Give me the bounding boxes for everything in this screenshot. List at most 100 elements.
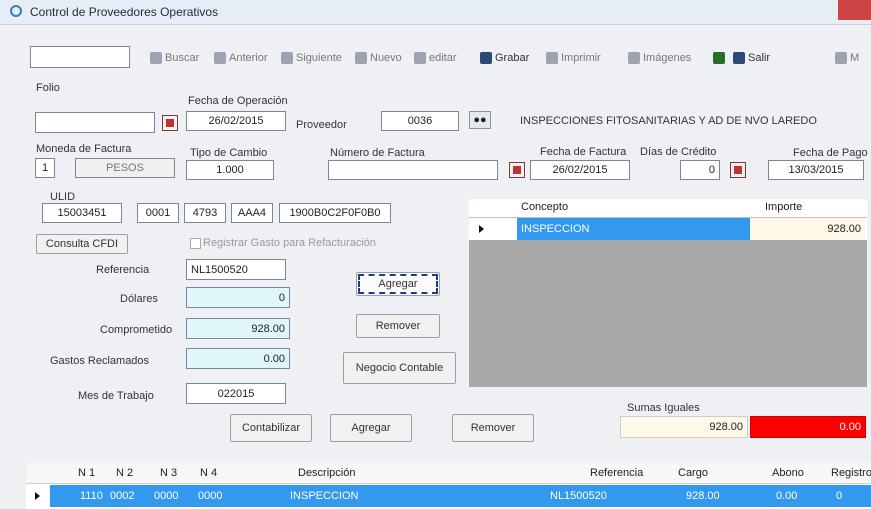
save-icon	[480, 52, 492, 64]
ulid-part-4[interactable]: AAA4	[231, 203, 273, 223]
more-button[interactable]: M	[835, 50, 859, 66]
fecha-pago-label: Fecha de Pago	[793, 147, 868, 159]
importe-cell[interactable]: 928.00	[750, 218, 865, 240]
agregar-button[interactable]: Agregar	[330, 414, 412, 442]
concepto-header: Concepto	[521, 201, 569, 213]
siguiente-label: Siguiente	[296, 52, 342, 64]
dias-credito-field[interactable]: 0	[680, 160, 720, 180]
imprimir-label: Imprimir	[561, 52, 601, 64]
fecha-operacion-label: Fecha de Operación	[188, 95, 288, 107]
comprometido-field[interactable]: 928.00	[186, 318, 290, 339]
menu-icon	[835, 52, 847, 64]
mes-trabajo-label: Mes de Trabajo	[78, 390, 154, 402]
col-n2: N 2	[116, 467, 134, 479]
col-n1: N 1	[78, 467, 96, 479]
agregar-small-button[interactable]: Agregar	[356, 272, 440, 296]
row-selector[interactable]	[26, 485, 50, 507]
fecha-factura-label: Fecha de Factura	[540, 146, 627, 158]
salir-label: Salir	[748, 52, 771, 64]
col-descripcion: Descripción	[298, 467, 356, 479]
imagenes-button[interactable]: Imágenes	[628, 50, 691, 66]
cell-referencia: NL1500520	[550, 490, 607, 502]
negocio-contable-button[interactable]: Negocio Contable	[343, 352, 456, 384]
cell-descripcion: INSPECCION	[290, 490, 359, 502]
proveedor-label: Proveedor	[296, 119, 347, 131]
moneda-field[interactable]: PESOS	[75, 158, 175, 178]
cell-n4: 0000	[198, 490, 223, 502]
pago-calendar-icon[interactable]	[730, 162, 746, 178]
nuevo-button[interactable]: Nuevo	[355, 50, 402, 66]
registrar-gasto-label: Registrar Gasto para Refacturación	[203, 237, 377, 249]
row-pointer-icon	[35, 492, 40, 500]
sumas-iguales-field: 928.00	[620, 416, 748, 438]
editar-button[interactable]: editar	[414, 50, 457, 66]
cell-n1: 1110	[80, 490, 103, 502]
numero-factura-label: Número de Factura	[330, 147, 425, 159]
more-label: M	[850, 52, 860, 64]
ulid-part-2[interactable]: 0001	[137, 203, 179, 223]
window-title: Control de Proveedores Operativos	[30, 5, 219, 19]
siguiente-button[interactable]: Siguiente	[281, 50, 342, 66]
gastos-reclamados-field[interactable]: 0.00	[186, 348, 290, 369]
edit-icon	[414, 52, 426, 64]
remover-small-button[interactable]: Remover	[356, 314, 440, 338]
cell-n2: 0002	[110, 490, 135, 502]
imagenes-label: Imágenes	[643, 52, 692, 64]
fecha-operacion-field[interactable]: 26/02/2015	[186, 111, 286, 131]
folio-label: Folio	[36, 82, 60, 94]
close-button[interactable]	[838, 0, 871, 20]
table-row[interactable]: 1110 0002 0000 0000 INSPECCION NL1500520…	[50, 485, 871, 507]
cell-cargo: 928.00	[686, 490, 720, 502]
calendar-toolbar-button[interactable]	[713, 50, 725, 66]
proveedor-search-icon[interactable]: ●●	[469, 111, 491, 129]
grabar-button[interactable]: Grabar	[480, 50, 529, 66]
app-icon	[10, 5, 22, 17]
numero-factura-field[interactable]	[328, 160, 498, 180]
next-icon	[281, 52, 293, 64]
remover-button[interactable]: Remover	[452, 414, 534, 442]
factura-calendar-icon[interactable]	[509, 162, 525, 178]
sumas-iguales-label: Sumas Iguales	[627, 402, 700, 414]
printer-icon	[546, 52, 558, 64]
cell-registro: 0	[836, 490, 843, 502]
col-abono: Abono	[772, 467, 804, 479]
fecha-pago-field[interactable]: 13/03/2015	[768, 160, 864, 180]
ulid-part-5[interactable]: 1900B0C2F0F0B0	[279, 203, 391, 223]
contabilizar-button[interactable]: Contabilizar	[230, 414, 312, 442]
folio-calendar-icon[interactable]	[162, 115, 178, 131]
nuevo-label: Nuevo	[370, 52, 402, 64]
salir-button[interactable]: Salir	[733, 50, 770, 66]
referencia-label: Referencia	[96, 264, 150, 276]
folio-field[interactable]	[35, 112, 155, 133]
dolares-label: Dólares	[120, 293, 158, 305]
toolbar-search-input[interactable]	[30, 46, 130, 68]
col-referencia: Referencia	[590, 467, 644, 479]
imprimir-button[interactable]: Imprimir	[546, 50, 601, 66]
ulid-part-3[interactable]: 4793	[184, 203, 226, 223]
mes-trabajo-field[interactable]: 022015	[186, 383, 286, 404]
concepto-cell[interactable]: INSPECCION	[517, 218, 750, 240]
anterior-button[interactable]: Anterior	[214, 50, 268, 66]
calendar-icon	[713, 52, 725, 64]
moneda-code-field[interactable]: 1	[35, 158, 55, 178]
comprometido-label: Comprometido	[100, 324, 173, 336]
title-bar: Control de Proveedores Operativos	[0, 0, 871, 25]
exit-icon	[733, 52, 745, 64]
buscar-button[interactable]: Buscar	[150, 50, 199, 66]
registrar-gasto-checkbox[interactable]	[190, 238, 201, 249]
fecha-factura-field[interactable]: 26/02/2015	[530, 160, 630, 180]
anterior-label: Anterior	[229, 52, 268, 64]
dolares-field[interactable]: 0	[186, 287, 290, 308]
concept-grid-header: Concepto Importe	[469, 199, 867, 218]
col-cargo: Cargo	[678, 467, 708, 479]
cell-n3: 0000	[154, 490, 179, 502]
consulta-cfdi-button[interactable]: Consulta CFDI	[36, 234, 128, 254]
binoculars-icon	[150, 52, 162, 64]
ulid-part-1[interactable]: 15003451	[42, 203, 122, 223]
previous-icon	[214, 52, 226, 64]
referencia-field[interactable]: NL1500520	[186, 259, 286, 280]
image-icon	[628, 52, 640, 64]
proveedor-field[interactable]: 0036	[381, 111, 459, 131]
tipo-cambio-field[interactable]: 1.000	[186, 160, 274, 180]
diferencia-field: 0.00	[750, 416, 866, 438]
